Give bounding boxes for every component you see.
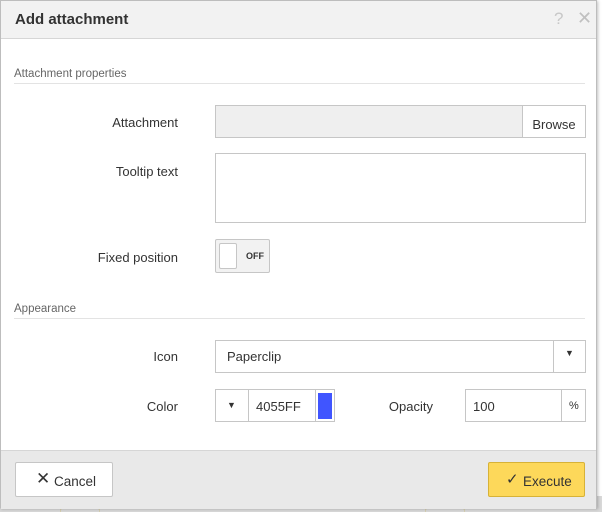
opacity-input[interactable]: 100 [465,389,562,422]
attachment-label: Attachment [112,115,178,130]
dropdown-caret-icon[interactable]: ▼ [565,348,574,358]
color-hex-input[interactable]: 4055FF [248,389,316,422]
browse-button[interactable]: Browse [522,105,586,138]
fixed-position-label: Fixed position [97,250,178,265]
dialog-title: Add attachment [15,11,129,28]
color-swatch-box[interactable] [315,389,335,422]
attachment-file-field[interactable] [215,105,523,138]
icon-select[interactable]: Paperclip ▼ [215,340,586,373]
toggle-knob [219,243,237,269]
opacity-unit: % [569,400,579,412]
opacity-unit-addon: % [561,389,586,422]
dropdown-caret-icon: ▼ [227,400,236,410]
cancel-button[interactable]: ✕ Cancel [15,462,113,497]
fixed-position-toggle[interactable]: OFF [215,239,270,273]
add-attachment-dialog: Add attachment ? ✕ Attachment properties… [0,0,597,509]
color-swatch [318,393,332,419]
color-hex-value: 4055FF [256,399,301,414]
help-icon[interactable]: ? [554,9,563,29]
execute-button[interactable]: ✓ Execute [488,462,585,497]
opacity-label: Opacity [388,399,433,414]
close-icon[interactable]: ✕ [577,8,592,29]
icon-label: Icon [153,349,178,364]
select-divider [553,341,554,372]
execute-label: Execute [523,474,572,489]
color-label: Color [146,399,178,414]
dialog-titlebar: Add attachment ? ✕ [1,1,596,39]
tooltip-text-input[interactable] [215,153,586,223]
cancel-label: Cancel [54,474,97,489]
opacity-value: 100 [473,399,495,414]
dialog-footer: ✕ Cancel ✓ Execute [1,450,596,509]
close-x-icon: ✕ [36,469,51,488]
section-appearance: Appearance [14,303,585,319]
icon-select-value: Paperclip [227,349,282,364]
checkmark-icon: ✓ [506,471,519,488]
color-picker-dropdown[interactable]: ▼ [215,389,249,422]
section-attachment-properties: Attachment properties [14,68,585,84]
tooltip-text-label: Tooltip text [115,164,178,179]
toggle-state-text: OFF [246,251,264,261]
